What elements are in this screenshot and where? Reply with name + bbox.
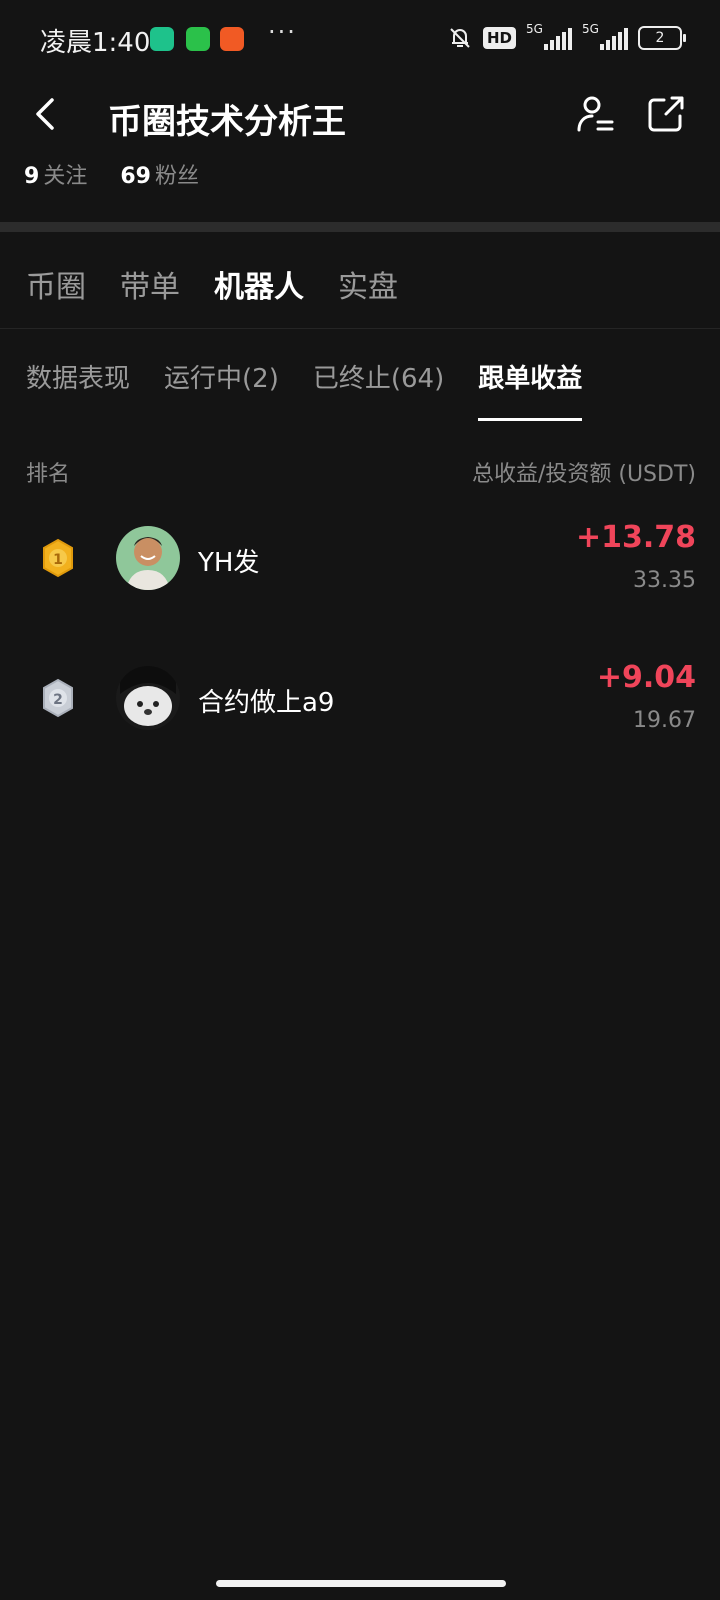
wechat-notification-icon <box>186 27 210 51</box>
main-tabs: 币圈 带单 机器人 实盘 <box>26 262 398 306</box>
leaderboard-header: 排名 总收益/投资额 (USDT) <box>26 456 696 488</box>
tabs-divider <box>0 328 720 329</box>
battery-icon: 2 <box>638 26 686 50</box>
video-app-notification-icon <box>220 27 244 51</box>
section-divider <box>0 222 720 232</box>
investment-amount: 33.35 <box>633 568 696 593</box>
investment-amount: 19.67 <box>633 708 696 733</box>
gold-medal-icon: 1 <box>43 538 73 578</box>
profile-follow-icon[interactable] <box>574 92 618 136</box>
hd-voice-icon: HD <box>482 27 516 49</box>
more-notifications-icon: ··· <box>268 18 297 46</box>
followers-stat[interactable]: 69 粉丝 <box>120 164 199 189</box>
back-arrow-icon[interactable] <box>28 92 64 136</box>
mute-bell-icon <box>450 28 470 48</box>
following-stat[interactable]: 9 关注 <box>24 164 87 189</box>
status-time: 凌晨1:40 <box>40 28 151 58</box>
follow-stats: 9 关注 69 粉丝 <box>24 158 225 190</box>
tab-live-account[interactable]: 实盘 <box>338 262 398 306</box>
tab-coin-circle[interactable]: 币圈 <box>26 262 86 306</box>
value-column-label: 总收益/投资额 (USDT) <box>471 462 696 487</box>
leaderboard-row[interactable]: 1 YH发 +13.78 33.35 <box>0 516 720 616</box>
silver-medal-icon: 2 <box>43 678 73 718</box>
signal-icon-2: 5G <box>582 22 628 52</box>
avatar[interactable] <box>116 526 180 590</box>
sub-tabs: 数据表现 运行中(2) 已终止(64) 跟单收益 <box>26 358 583 421</box>
home-indicator[interactable] <box>216 1580 506 1587</box>
total-profit: +9.04 <box>596 660 696 695</box>
signal-icon-1: 5G <box>526 22 572 52</box>
tab-bots[interactable]: 机器人 <box>214 262 304 306</box>
page-title: 币圈技术分析王 <box>108 102 346 142</box>
app-notification-icon <box>150 27 174 51</box>
subtab-performance[interactable]: 数据表现 <box>26 358 130 395</box>
rank-column-label: 排名 <box>26 462 71 487</box>
share-icon[interactable] <box>644 92 688 136</box>
subtab-terminated[interactable]: 已终止(64) <box>313 358 444 395</box>
svg-text:1: 1 <box>53 552 63 568</box>
top-bar: 币圈技术分析王 <box>0 80 720 150</box>
leaderboard-row[interactable]: 2 合约做上a9 +9.04 19.67 <box>0 656 720 756</box>
subtab-running[interactable]: 运行中(2) <box>164 358 279 395</box>
subtab-copy-earnings[interactable]: 跟单收益 <box>478 358 583 421</box>
avatar[interactable] <box>116 666 180 730</box>
user-name: 合约做上a9 <box>198 688 335 718</box>
svg-text:2: 2 <box>53 692 63 708</box>
user-name: YH发 <box>198 548 260 578</box>
tab-copy-trading[interactable]: 带单 <box>120 262 180 306</box>
status-bar: 凌晨1:40 ··· HD 5G 5G 2 <box>0 0 720 78</box>
total-profit: +13.78 <box>575 520 696 555</box>
